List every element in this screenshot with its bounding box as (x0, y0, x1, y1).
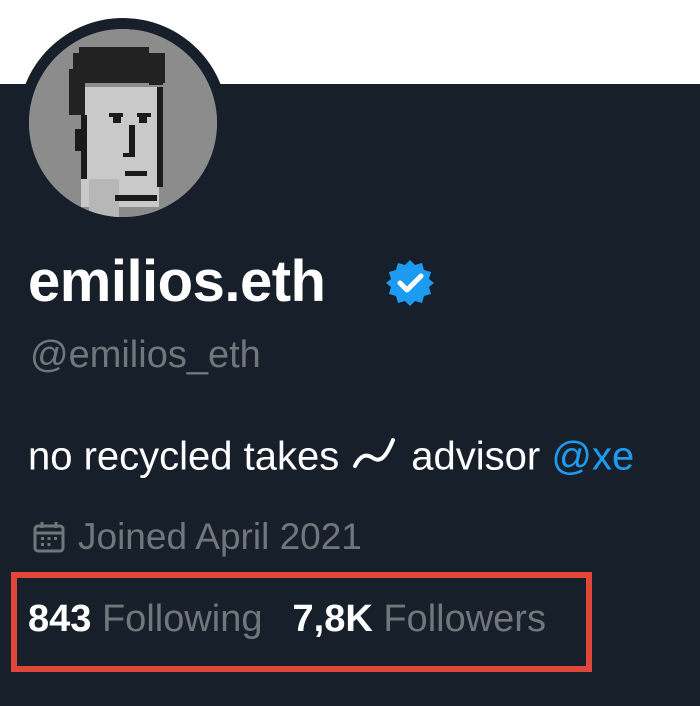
following-count: 843 (28, 598, 92, 640)
followers-count: 7,8K (292, 598, 373, 640)
avatar[interactable] (29, 29, 217, 217)
joined-label: Joined April 2021 (78, 516, 362, 557)
display-name: emilios.eth (28, 249, 326, 314)
bio-text-advisor: advisor (411, 434, 541, 479)
joined-date: Joined April 2021 (32, 516, 362, 558)
bio-mention-link[interactable]: @xe (551, 435, 634, 479)
tilde-squiggle-icon (351, 434, 397, 484)
avatar-pixel-art (29, 29, 217, 217)
profile-bio: no recycled takes advisor @xe (28, 434, 634, 484)
avatar-ring (18, 18, 228, 228)
followers-link[interactable]: 7,8K Followers (293, 598, 546, 640)
following-link[interactable]: 843 Following (28, 598, 263, 640)
profile-handle: @emilios_eth (30, 334, 261, 376)
followers-label: Followers (383, 598, 546, 640)
bio-text: no recycled takes (28, 434, 340, 479)
calendar-icon (33, 522, 65, 553)
follow-stats: 843 Following 7,8K Followers (28, 598, 546, 641)
verified-badge-icon[interactable] (385, 258, 435, 308)
following-label: Following (101, 598, 263, 640)
